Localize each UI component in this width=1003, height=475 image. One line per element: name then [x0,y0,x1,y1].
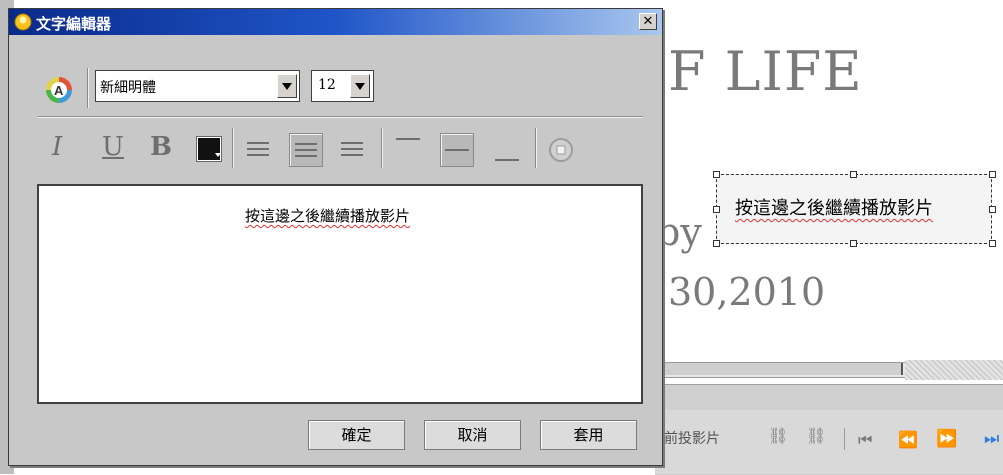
align-right-icon [341,142,363,144]
bold-button[interactable]: B [150,132,172,162]
cancel-button[interactable]: 取消 [424,420,521,450]
slide-title-text: F LIFE [668,40,863,103]
resize-handle[interactable] [713,240,720,247]
font-size-value: 12 [318,77,336,93]
align-left-icon [247,148,269,150]
valign-top-icon [396,138,420,140]
valign-top-button[interactable] [392,133,426,167]
font-family-value: 新細明體 [100,80,156,96]
close-button[interactable]: ✕ [639,13,657,30]
underline-button[interactable]: U [102,132,124,162]
resize-handle[interactable] [989,240,996,247]
resize-handle[interactable] [713,171,720,178]
align-center-icon [295,149,317,151]
resize-handle[interactable] [713,206,720,213]
resize-handle[interactable] [989,171,996,178]
scroll-area-filler [905,360,1003,380]
chevron-down-icon [215,153,221,157]
selected-text-box-label: 按這邊之後繼續播放影片 [735,198,933,219]
toolbar-divider [87,68,89,108]
remove-link-icon[interactable]: ⛓ [806,426,826,445]
resize-handle[interactable] [989,206,996,213]
valign-middle-icon [445,149,469,151]
valign-middle-button[interactable] [440,133,474,167]
toolbar-divider [232,128,234,168]
text-effect-icon[interactable] [546,135,576,165]
scrollbar-thumb[interactable] [656,363,903,375]
chevron-down-icon [355,83,365,90]
resize-handle[interactable] [850,171,857,178]
toolbar-divider [381,128,383,168]
skip-start-icon[interactable]: ⏮ [858,430,872,450]
toolbar-divider [535,128,537,168]
toolbar-label: 前投影片 [664,431,720,447]
fast-forward-icon[interactable]: ⏩ [936,429,957,449]
toolbar-divider [844,428,845,450]
align-right-icon [341,148,363,150]
dialog-title: 文字編輯器 [36,15,112,33]
align-left-button[interactable] [242,133,276,167]
font-size-dropdown-button[interactable] [350,74,370,98]
add-link-icon[interactable]: ⛓ [768,426,788,445]
align-right-icon [341,154,363,156]
align-left-icon [247,142,269,144]
section-divider [38,116,643,118]
apply-button[interactable]: 套用 [540,420,637,450]
skip-end-icon[interactable]: ⏭ [984,429,999,449]
chevron-down-icon [282,83,292,90]
app-icon [14,13,32,31]
valign-bottom-button[interactable] [491,133,525,167]
align-left-icon [247,154,269,156]
font-family-dropdown-button[interactable] [277,74,297,98]
text-content-value: 按這邊之後繼續播放影片 [245,207,411,225]
valign-bottom-icon [495,159,519,161]
slide-date-text: 30,2010 [668,270,826,314]
rewind-icon[interactable]: ⏪ [898,430,918,449]
italic-button[interactable]: I [52,132,62,162]
resize-handle[interactable] [850,240,857,247]
ok-button[interactable]: 確定 [308,420,405,450]
align-center-icon [295,143,317,145]
text-color-picker-icon[interactable]: A [44,75,74,105]
align-center-icon [295,155,317,157]
align-center-button[interactable] [289,133,323,167]
align-right-button[interactable] [336,133,370,167]
svg-text:A: A [54,83,64,98]
